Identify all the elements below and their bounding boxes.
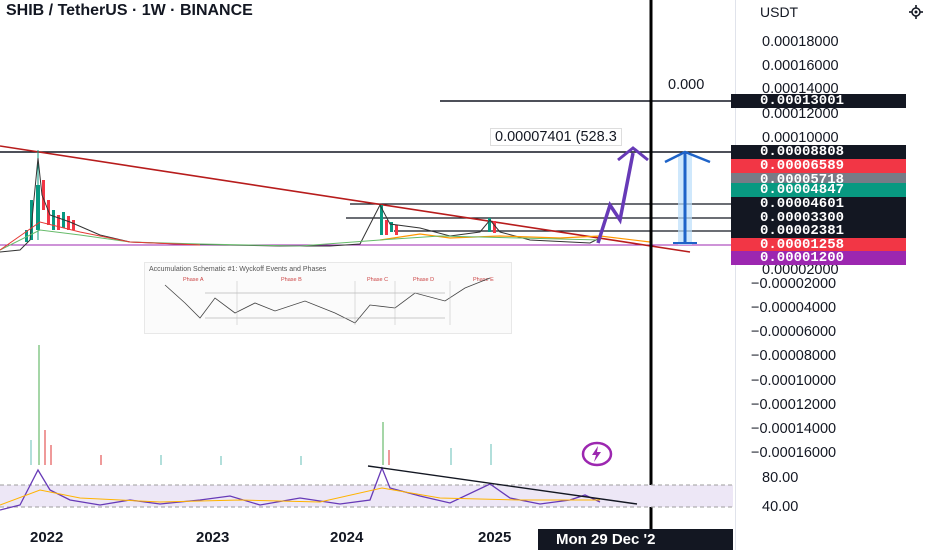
price-badge: 0.00001258 <box>731 238 906 252</box>
price-tick: −0.00002000 <box>751 276 837 292</box>
price-tick: −0.00016000 <box>751 445 837 461</box>
rsi-tick: 80.00 <box>762 470 799 486</box>
price-axis-separator <box>735 0 736 550</box>
price-badge: 0.00004601 <box>731 197 906 211</box>
volume-bars <box>30 345 492 465</box>
candles <box>25 150 496 242</box>
price-badge: 0.00001200 <box>731 251 906 265</box>
price-tick: 0.00016000 <box>762 58 839 74</box>
gear-icon[interactable] <box>909 5 923 19</box>
time-label: 2023 <box>196 529 230 546</box>
price-tick: −0.00006000 <box>751 324 837 340</box>
top-price-label: 0.000 <box>668 77 705 93</box>
time-label: 2025 <box>478 529 512 546</box>
price-badge: 0.00002381 <box>731 224 906 238</box>
price-badge: 0.00008808 <box>731 145 906 159</box>
currency-label[interactable]: USDT <box>760 4 798 20</box>
price-tick: −0.00004000 <box>751 300 837 316</box>
time-label: 2022 <box>30 529 64 546</box>
price-tick: 0.00012000 <box>762 106 839 122</box>
ma-line-green <box>0 229 601 251</box>
target-percent: (528.3 <box>575 129 617 145</box>
price-tick: −0.00014000 <box>751 421 837 437</box>
projection-path <box>596 152 635 244</box>
price-tick: 0.00018000 <box>762 34 839 50</box>
inset-diagram <box>164 277 491 325</box>
price-tick: 0.00010000 <box>762 130 839 146</box>
price-tick: −0.00008000 <box>751 348 837 364</box>
target-label: 0.00007401 (528.3 <box>490 128 622 146</box>
symbol-title[interactable]: SHIB / TetherUS · 1W · BINANCE <box>6 2 253 20</box>
wyckoff-schematic-image: Accumulation Schematic #1: Wyckoff Event… <box>144 262 512 334</box>
crosshair-date-label: Mon 29 Dec '2 <box>538 529 733 550</box>
time-label: 2024 <box>330 529 364 546</box>
price-badge: 0.00013001 <box>731 94 906 108</box>
price-tick: −0.00012000 <box>751 397 837 413</box>
price-tick: −0.00010000 <box>751 373 837 389</box>
price-badge: 0.00003300 <box>731 211 906 225</box>
price-badge: 0.00004847 <box>731 183 906 197</box>
lightning-icon[interactable] <box>581 441 613 467</box>
rsi-tick: 40.00 <box>762 499 799 515</box>
price-badge: 0.00006589 <box>731 159 906 173</box>
target-value: 0.00007401 <box>495 129 572 145</box>
